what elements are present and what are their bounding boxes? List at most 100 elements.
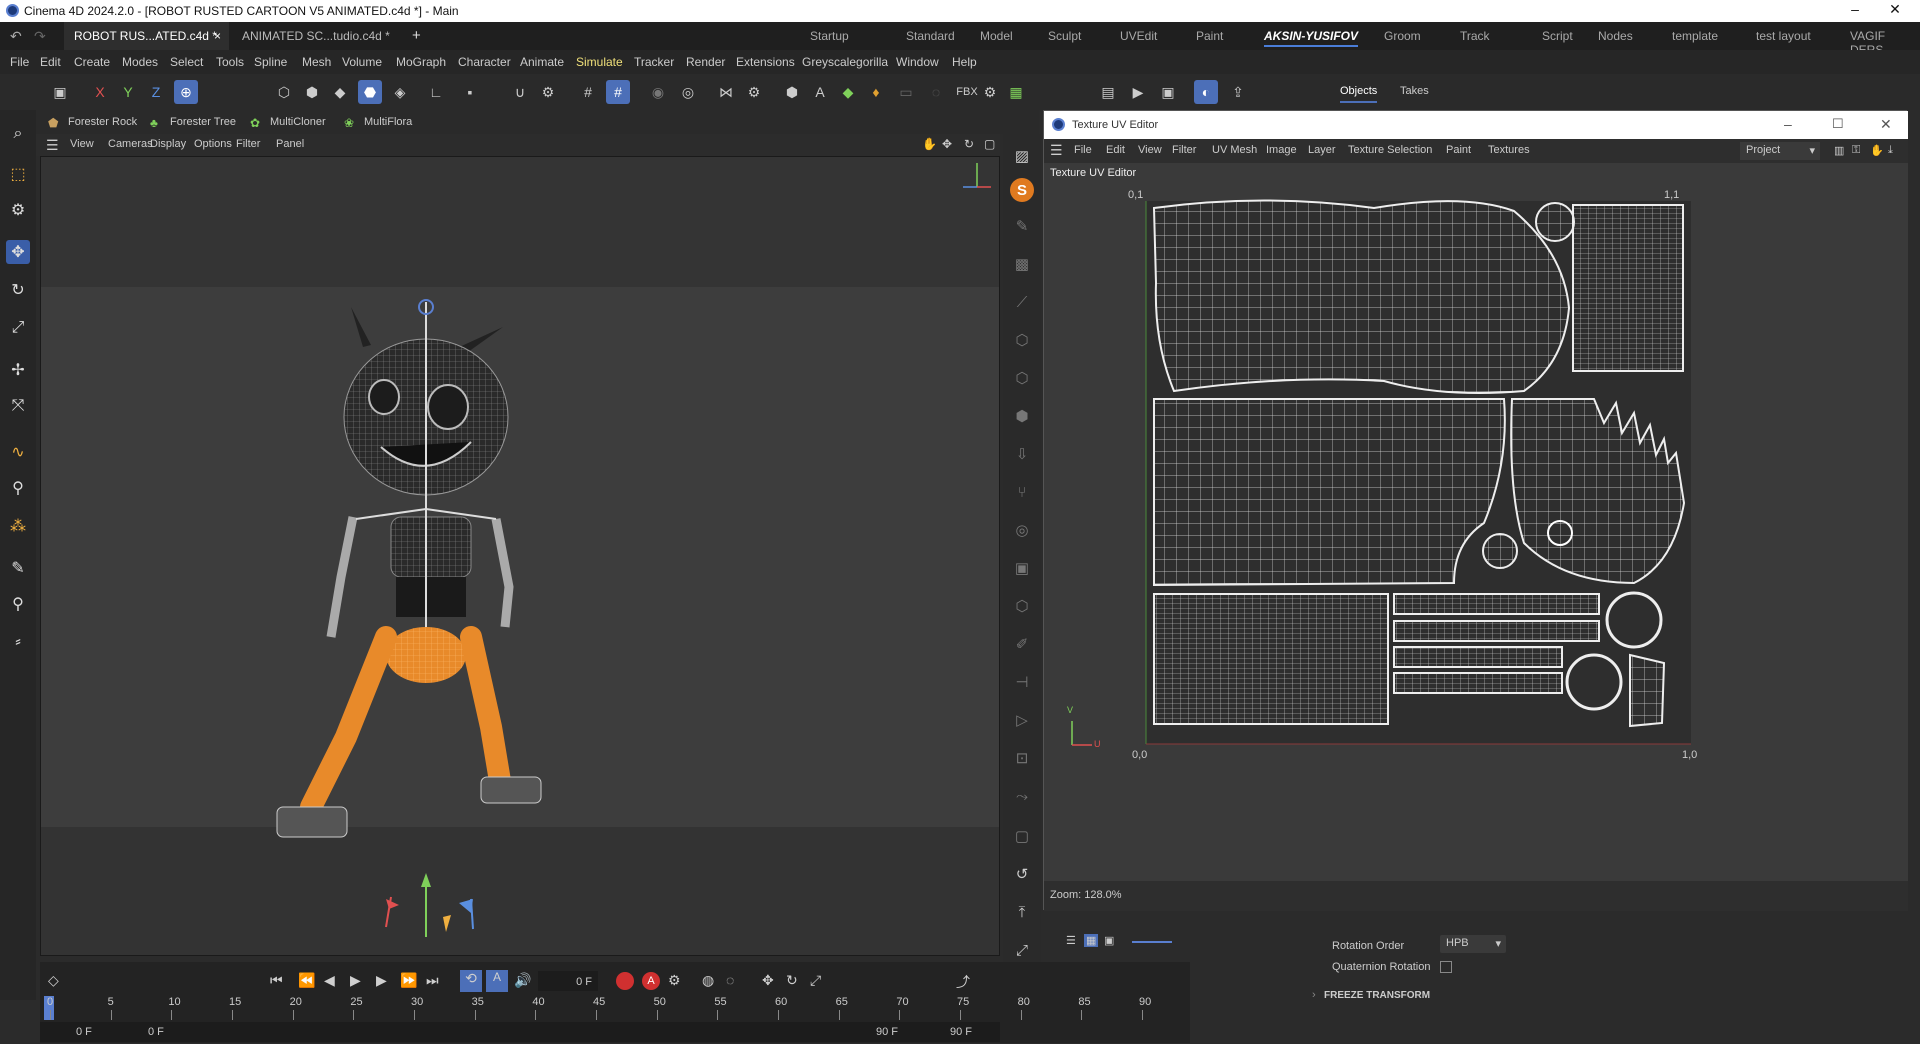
view-search-icon[interactable]: ⌕ <box>6 122 30 146</box>
multicloner-button[interactable]: MultiCloner <box>270 116 326 128</box>
3d-viewport[interactable] <box>40 156 1000 956</box>
transform-tool-icon[interactable]: ✢ <box>6 358 30 382</box>
rotation-order-select[interactable]: HPB ▾ <box>1440 935 1506 953</box>
box2-icon[interactable]: ⬡ <box>1010 366 1034 390</box>
autokey-mode-icon[interactable]: A <box>486 970 508 992</box>
end-frame[interactable]: 90 F <box>950 1026 972 1038</box>
tweak-icon[interactable]: ▪ <box>458 80 482 104</box>
picture-viewer-icon[interactable]: ▨ <box>1010 144 1034 168</box>
pin-icon[interactable]: ⤒ <box>1010 900 1034 924</box>
menu-character[interactable]: Character <box>458 55 511 69</box>
text-object-icon[interactable]: A <box>808 80 832 104</box>
uv-menu-view[interactable]: View <box>1138 144 1162 156</box>
selection-options-icon[interactable]: ⚙ <box>6 198 30 222</box>
pan-icon[interactable]: ✋ <box>1870 144 1884 157</box>
hamburger-icon[interactable]: ☰ <box>1050 142 1063 159</box>
sculpt-tool-icon[interactable]: ⚲ <box>6 592 30 616</box>
viewport-menu-cameras[interactable]: Cameras <box>108 138 153 150</box>
tab-objects[interactable]: Objects <box>1340 85 1378 103</box>
export-settings-icon[interactable]: ⚙ <box>978 80 1002 104</box>
uv-menu-layer[interactable]: Layer <box>1308 144 1336 156</box>
uv-menu-edit[interactable]: Edit <box>1106 144 1125 156</box>
sound-icon[interactable]: 🔊 <box>514 972 531 989</box>
undo-icon[interactable]: ↶ <box>10 28 22 45</box>
uv-menu-paint[interactable]: Paint <box>1446 144 1471 156</box>
multiflora-button[interactable]: MultiFlora <box>364 116 412 128</box>
cube-icon[interactable]: ⬢ <box>780 80 804 104</box>
edges-mode-icon[interactable]: ⬢ <box>300 80 324 104</box>
layout-tab-startup[interactable]: Startup <box>810 29 849 43</box>
menu-spline[interactable]: Spline <box>254 55 287 69</box>
align-icon[interactable]: ⊣ <box>1010 670 1034 694</box>
thumbnail-size-slider[interactable] <box>1132 941 1172 943</box>
polygons-mode-icon[interactable]: ◆ <box>328 80 352 104</box>
menu-modes[interactable]: Modes <box>122 55 158 69</box>
prev-frame-icon[interactable]: ◀ <box>324 972 335 989</box>
menu-file[interactable]: File <box>10 55 29 69</box>
camera-icon[interactable]: ◎ <box>1010 518 1034 542</box>
menu-simulate[interactable]: Simulate <box>576 55 623 69</box>
render-active-view-icon[interactable]: ▶ <box>1126 80 1150 104</box>
timeline-ruler[interactable]: 0 5 10 15 20 25 30 35 40 45 50 55 60 65 70 75 80 85 90 <box>40 996 1151 1020</box>
viewport-menu-view[interactable]: View <box>70 138 94 150</box>
key-scale-icon[interactable]: ⤢ <box>810 972 821 989</box>
next-key-icon[interactable]: ⏩ <box>400 972 417 989</box>
project-select[interactable]: Project ▾ <box>1740 142 1820 160</box>
menu-create[interactable]: Create <box>74 55 110 69</box>
menu-select[interactable]: Select <box>170 55 203 69</box>
loop-icon[interactable]: ⟲ <box>460 970 482 992</box>
share-icon[interactable]: ⇪ <box>1226 80 1250 104</box>
lock-icon[interactable]: ⚿ <box>1852 144 1860 157</box>
render-queue-icon[interactable]: ▣ <box>1156 80 1180 104</box>
paint-icon[interactable]: ✎ <box>1010 214 1034 238</box>
z-axis-button[interactable]: Z <box>144 80 168 104</box>
layout-tab-test-layout[interactable]: test layout <box>1756 29 1811 43</box>
layout-tab-track[interactable]: Track <box>1460 29 1490 43</box>
rotate-view-icon[interactable]: ↻ <box>964 137 974 151</box>
points-mode-icon[interactable]: ⬡ <box>272 80 296 104</box>
uv-menu-textures[interactable]: Textures <box>1488 144 1530 156</box>
new-tab-icon[interactable]: + <box>412 27 421 44</box>
chevron-right-icon[interactable]: › <box>1312 989 1316 1001</box>
snap-settings-icon[interactable]: ⚙ <box>536 80 560 104</box>
layout-tab-model[interactable]: Model <box>980 29 1013 43</box>
pencil-icon[interactable]: ✐ <box>1010 632 1034 656</box>
uv-icon[interactable]: ▩ <box>1010 252 1034 276</box>
maximize-view-icon[interactable]: ▢ <box>984 137 995 151</box>
axis-mode-icon[interactable]: ∟ <box>424 80 448 104</box>
robot-model[interactable] <box>276 299 542 838</box>
brush-tool-icon[interactable]: ✎ <box>6 556 30 580</box>
menu-mograph[interactable]: MoGraph <box>396 55 446 69</box>
cube-outline-icon[interactable]: ⬡ <box>1010 594 1034 618</box>
substance-icon[interactable]: S <box>1010 178 1034 202</box>
move-tool-icon[interactable]: ✥ <box>6 240 30 264</box>
expand-icon[interactable]: ⤢ <box>1010 938 1034 962</box>
viewport-menu-display[interactable]: Display <box>150 138 186 150</box>
uv-menu-filter[interactable]: Filter <box>1172 144 1196 156</box>
render-region-icon[interactable]: ◉ <box>646 80 670 104</box>
minimize-button[interactable]: – <box>1784 116 1792 132</box>
field-icon[interactable]: ◌ <box>924 80 948 104</box>
light-icon[interactable]: ♦ <box>864 80 888 104</box>
next-frame-icon[interactable]: ▶ <box>376 972 387 989</box>
coordinate-system-icon[interactable]: ⊕ <box>174 80 198 104</box>
close-tab-icon[interactable]: × <box>214 29 221 43</box>
import-icon[interactable]: ⇩ <box>1010 442 1034 466</box>
play-frame-icon[interactable]: ▷ <box>1010 708 1034 732</box>
uv-canvas[interactable]: Texture UV Editor 0,1 1,1 0,0 1,0 V U <box>1044 163 1908 881</box>
uv-menu-file[interactable]: File <box>1074 144 1092 156</box>
menu-tracker[interactable]: Tracker <box>634 55 674 69</box>
character-tool-icon[interactable]: ⸗ <box>6 630 30 654</box>
layout-grid-icon[interactable]: ▦ <box>1004 80 1028 104</box>
keyframe-icon[interactable]: ◇ <box>48 972 59 989</box>
layout-tab-standard[interactable]: Standard <box>906 29 955 43</box>
frame-icon[interactable]: ▣ <box>1010 556 1034 580</box>
undo-view-icon[interactable]: ↺ <box>1010 862 1034 886</box>
region-icon[interactable]: ⊡ <box>1010 746 1034 770</box>
large-view-icon[interactable]: ▣ <box>1104 934 1114 947</box>
minimize-button[interactable]: – <box>1840 1 1870 17</box>
deformer-icon[interactable]: ▭ <box>894 80 918 104</box>
box3-icon[interactable]: ⬢ <box>1010 404 1034 428</box>
grid-icon[interactable]: # <box>576 80 600 104</box>
snap-grid-icon[interactable]: # <box>606 80 630 104</box>
